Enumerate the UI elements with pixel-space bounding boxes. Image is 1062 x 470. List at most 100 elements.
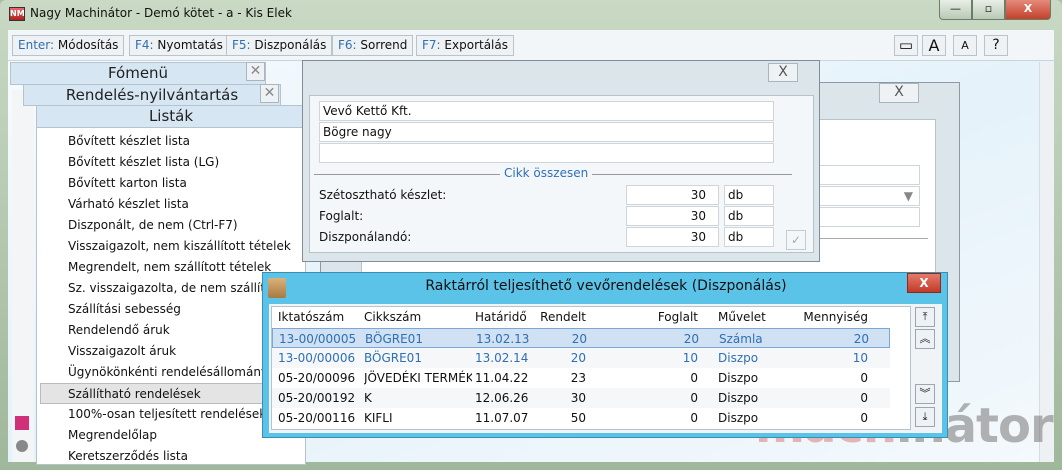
- button-label: Sorrend: [360, 38, 408, 52]
- column-header[interactable]: Rendelt: [522, 310, 586, 324]
- close-main-menu-icon[interactable]: ✕: [246, 62, 265, 81]
- column-header[interactable]: Foglalt: [592, 310, 698, 324]
- table-cell: 13-00/00005: [279, 332, 357, 346]
- orders-dialog: Raktárról teljesíthető vevőrendelések (D…: [262, 272, 948, 438]
- menu-item[interactable]: Visszaigazolt, nem kiszállított tételek: [68, 236, 308, 257]
- table-row[interactable]: 05-20/00096 JÖVEDÉKI TERMÉK 11.04.22 23 0 Dis…: [272, 368, 890, 388]
- table-cell: 0: [690, 391, 698, 405]
- product-field[interactable]: Bögre nagy: [319, 122, 774, 142]
- font-smaller-button[interactable]: A: [953, 35, 977, 56]
- shortcut-key: F4:: [135, 38, 154, 52]
- font-larger-button[interactable]: A: [922, 35, 946, 56]
- export-button[interactable]: F7: Exportálás: [416, 35, 514, 56]
- window-mode-button[interactable]: ▭: [894, 35, 918, 56]
- table-cell: 05-20/00116: [278, 411, 356, 425]
- table-cell: Számla: [719, 332, 763, 346]
- order-button[interactable]: F6: Sorrend: [332, 35, 414, 56]
- button-label: Exportálás: [444, 38, 508, 52]
- customer-field[interactable]: Vevő Kettő Kft.: [319, 101, 774, 121]
- table-cell: 50: [570, 411, 586, 425]
- button-label: Diszponálás: [254, 38, 327, 52]
- table-cell: Diszpo: [718, 411, 759, 425]
- quantity-label: Diszponálandó:: [319, 230, 412, 244]
- table-cell: Diszpo: [718, 391, 759, 405]
- menu-item[interactable]: Bővített karton lista: [68, 173, 308, 194]
- table-cell: 13-00/00006: [278, 351, 356, 365]
- gear-icon[interactable]: [16, 440, 28, 452]
- close-orders-menu-icon[interactable]: ✕: [260, 84, 279, 103]
- extra-field[interactable]: [319, 143, 774, 163]
- modify-button[interactable]: Enter: Módosítás: [12, 35, 125, 56]
- table-row[interactable]: 13-00/00005 BÖGRE01 13.02.13 20 20 Számla 20: [272, 328, 890, 348]
- table-cell: 10: [852, 351, 868, 365]
- table-cell: 0: [860, 391, 868, 405]
- table-row[interactable]: 13-00/00006 BÖGRE01 13.02.14 20 10 Diszpo 10: [272, 348, 890, 368]
- column-header[interactable]: Mennyiség: [792, 310, 868, 324]
- column-header[interactable]: Cikkszám: [364, 310, 472, 324]
- quantity-label: Foglalt:: [319, 209, 364, 223]
- table-cell: 0: [690, 411, 698, 425]
- shortcut-key: F7:: [422, 38, 441, 52]
- table-cell: BÖGRE01: [365, 332, 423, 346]
- column-header[interactable]: Iktatószám: [278, 310, 362, 324]
- table-cell: KIFLI: [364, 411, 393, 425]
- table-cell: 20: [853, 332, 869, 346]
- lists-header: Listák: [36, 105, 306, 128]
- help-button[interactable]: ?: [984, 35, 1008, 56]
- shortcut-key: Enter:: [18, 38, 55, 52]
- orders-dialog-title: Raktárról teljesíthető vevőrendelések (D…: [425, 278, 787, 294]
- orders-table: Iktatószám Cikkszám Határidő Rendelt Foglalt…: [271, 306, 911, 430]
- table-cell: 0: [860, 371, 868, 385]
- confirm-button[interactable]: ✓: [786, 230, 806, 250]
- module-icon-strip: [12, 90, 34, 462]
- quantity-unit: db: [724, 206, 774, 226]
- table-cell: 20: [570, 351, 586, 365]
- menu-item[interactable]: Várható készlet lista: [68, 194, 308, 215]
- quantity-value[interactable]: 30: [626, 206, 719, 226]
- table-row[interactable]: 05-20/00116 KIFLI 11.07.07 50 0 Diszpo 0: [272, 408, 890, 428]
- maximize-button[interactable]: ▫: [972, 0, 1005, 20]
- module-icon[interactable]: [15, 416, 29, 430]
- table-row[interactable]: 05-20/00192 K 12.06.26 30 0 Diszpo 0: [272, 388, 890, 408]
- menu-item[interactable]: Bővített készlet lista: [68, 131, 308, 152]
- close-orders-dialog-button[interactable]: X: [907, 273, 941, 293]
- item-summary-dialog: X Vevő Kettő Kft. Bögre nagy Cikk összes…: [302, 60, 820, 262]
- shortcut-key: F5:: [232, 38, 251, 52]
- table-cell: 0: [690, 371, 698, 385]
- section-title: Cikk összesen: [500, 166, 593, 180]
- table-cell: 30: [570, 391, 586, 405]
- close-window-button[interactable]: X: [1005, 0, 1051, 20]
- main-menu-header[interactable]: Fómenü: [10, 62, 266, 85]
- quantity-label: Szétosztható készlet:: [319, 188, 447, 202]
- window-title: Nagy Machinátor - Demó kötet - a - Kis E…: [30, 6, 292, 20]
- table-cell: 0: [860, 411, 868, 425]
- quantity-value[interactable]: 30: [626, 227, 719, 247]
- column-header[interactable]: Művelet: [718, 310, 788, 324]
- menu-item[interactable]: Bővített készlet lista (LG): [68, 152, 308, 173]
- scroll-page-up-button[interactable]: ︽: [915, 329, 935, 349]
- minimize-button[interactable]: —: [939, 0, 972, 20]
- table-cell: BÖGRE01: [364, 351, 422, 365]
- close-background-window-icon[interactable]: X: [879, 83, 919, 103]
- quantity-unit: db: [724, 185, 774, 205]
- table-cell: Diszpo: [718, 351, 759, 365]
- menu-item[interactable]: Diszponált, de nem (Ctrl-F7): [68, 215, 308, 236]
- app-logo-icon: NM: [9, 7, 25, 21]
- table-cell: 20: [571, 332, 587, 346]
- scroll-page-down-button[interactable]: ︾: [915, 384, 935, 404]
- print-button[interactable]: F4: Nyomtatás: [129, 35, 229, 56]
- table-cell: 10: [682, 351, 698, 365]
- table-cell: K: [364, 391, 372, 405]
- dialog-body: Vevő Kettő Kft. Bögre nagy Cikk összesen…: [309, 95, 814, 253]
- dispose-button[interactable]: F5: Diszponálás: [226, 35, 333, 56]
- quantity-value[interactable]: 30: [626, 185, 719, 205]
- orders-body: Iktatószám Cikkszám Határidő Rendelt Foglalt…: [269, 304, 942, 433]
- close-dialog-icon[interactable]: X: [768, 63, 798, 82]
- button-label: Nyomtatás: [157, 38, 223, 52]
- scroll-top-button[interactable]: ⤒: [915, 307, 935, 327]
- scroll-bottom-button[interactable]: ⤓: [915, 407, 935, 427]
- menu-item[interactable]: Keretszerződés lista: [68, 446, 308, 467]
- orders-menu-header[interactable]: Rendelés-nyilvántartás: [23, 84, 281, 106]
- quantity-unit: db: [724, 227, 774, 247]
- table-cell: Diszpo: [718, 371, 759, 385]
